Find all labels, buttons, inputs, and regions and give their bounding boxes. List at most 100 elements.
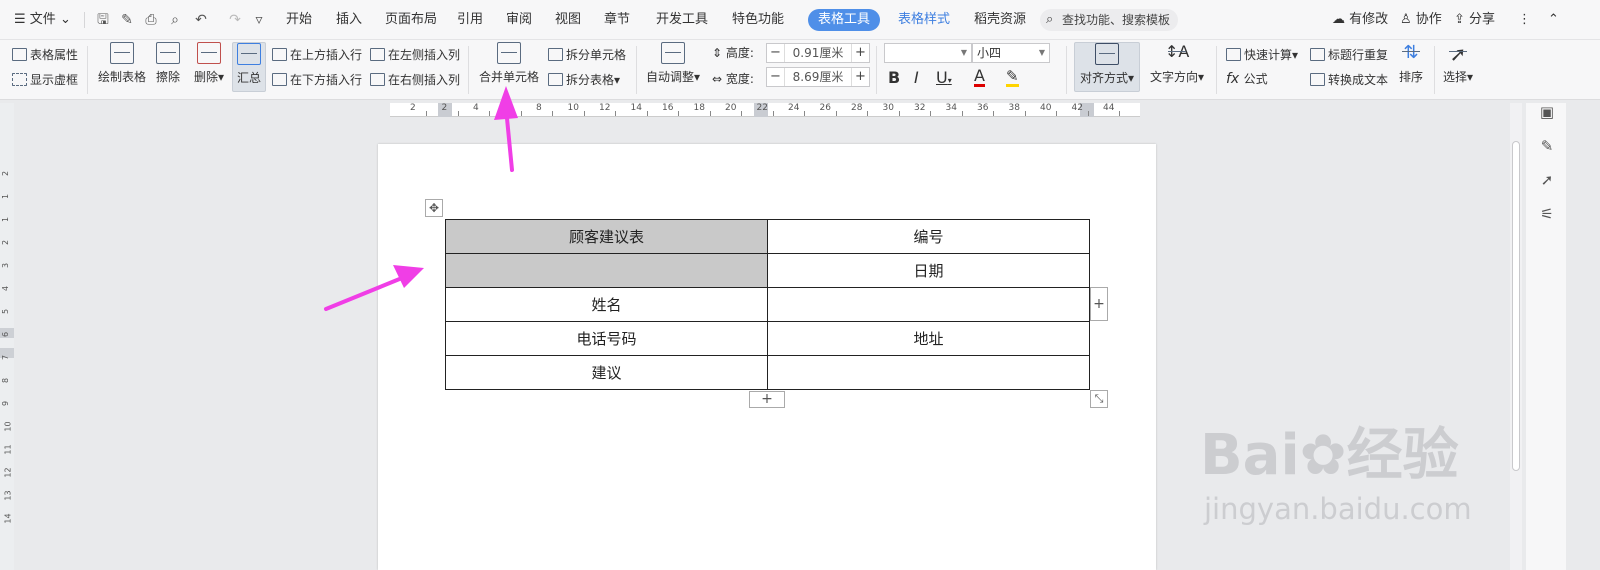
split-cells-button[interactable]: 拆分单元格	[548, 46, 626, 63]
bold-button[interactable]: B	[888, 68, 900, 87]
table-cell-empty[interactable]	[767, 355, 1090, 390]
repeat-header-button[interactable]: 标题行重复	[1310, 46, 1388, 63]
table-row: 日期	[445, 253, 1090, 288]
tab-developer[interactable]: 开发工具	[656, 0, 708, 40]
erase-button[interactable]: 擦除	[152, 42, 184, 85]
table-properties-button[interactable]: 表格属性	[12, 46, 78, 63]
redo-icon[interactable]: ↷	[226, 11, 244, 29]
sort-button[interactable]: ⇅ 排序	[1394, 42, 1428, 85]
collapse-ribbon-icon[interactable]: ⌃	[1548, 0, 1559, 40]
table-cell-empty[interactable]	[767, 287, 1090, 322]
align-button[interactable]: 对齐方式▾	[1074, 42, 1140, 92]
table-move-handle[interactable]: ✥	[425, 199, 443, 217]
divider	[87, 46, 88, 94]
ruler-tick	[646, 111, 648, 116]
font-size-select[interactable]: 小四 ▼	[972, 43, 1050, 63]
tab-chapter[interactable]: 章节	[604, 0, 630, 40]
text-direction-button[interactable]: ↕A 文字方向▾	[1146, 42, 1208, 85]
ruler-number: 14	[3, 513, 13, 524]
table-cell-date[interactable]: 日期	[767, 253, 1090, 288]
split-table-button[interactable]: 拆分表格▾	[548, 71, 620, 88]
tab-table-tools[interactable]: 表格工具	[808, 9, 880, 31]
scrollbar-thumb[interactable]	[1512, 141, 1520, 471]
italic-button[interactable]: I	[914, 68, 919, 87]
increase-height-button[interactable]: +	[851, 44, 869, 62]
tab-page-layout[interactable]: 页面布局	[385, 0, 437, 40]
table-cell-name[interactable]: 姓名	[445, 287, 768, 322]
increase-width-button[interactable]: +	[851, 68, 869, 86]
vertical-scrollbar[interactable]	[1510, 103, 1522, 570]
row-height-stepper[interactable]: − 0.91厘米 +	[766, 43, 870, 63]
table-cell-title[interactable]: 顾客建议表	[445, 219, 768, 254]
table-cell-address[interactable]: 地址	[767, 321, 1090, 356]
insert-row-above-button[interactable]: 在上方插入行	[272, 46, 362, 63]
column-width-stepper[interactable]: − 8.69厘米 +	[766, 67, 870, 87]
divider	[84, 12, 85, 28]
decrease-width-button[interactable]: −	[767, 68, 785, 86]
font-color-button[interactable]: A	[974, 68, 985, 87]
settings-sliders-icon[interactable]: ⚟	[1538, 205, 1556, 223]
highlight-button[interactable]: ✎	[1006, 68, 1019, 87]
edit-icon[interactable]: ✎	[1538, 137, 1556, 155]
ruler-number: 12	[599, 103, 611, 113]
collab-button[interactable]: ♙ 协作	[1400, 0, 1442, 40]
tab-references[interactable]: 引用	[457, 0, 483, 40]
paw-logo-icon: ✿	[1299, 423, 1347, 488]
file-menu[interactable]: ☰ 文件 ⌄	[14, 0, 71, 40]
panel-toggle-icon[interactable]: ▣	[1538, 103, 1556, 121]
print-icon[interactable]: ⎙	[142, 11, 160, 29]
ruler-number: 6	[1, 331, 11, 338]
ruler-number: 40	[1040, 103, 1052, 113]
underline-button[interactable]: U▾	[936, 68, 952, 87]
summary-button[interactable]: 汇总	[232, 42, 266, 92]
ruler-tick	[835, 111, 837, 116]
add-column-button[interactable]: +	[1090, 287, 1108, 321]
tab-home[interactable]: 开始	[286, 0, 312, 40]
select-cursor-icon[interactable]: ➚	[1538, 171, 1556, 189]
select-button[interactable]: ➚ 选择▾	[1440, 42, 1476, 85]
draw-table-button[interactable]: 绘制表格	[96, 42, 148, 85]
delete-button[interactable]: 删除▾	[190, 42, 228, 85]
split-cells-icon	[548, 48, 563, 61]
tab-table-style[interactable]: 表格样式	[898, 0, 950, 40]
insert-column-right-button[interactable]: 在右侧插入列	[370, 71, 460, 88]
table-cell-number[interactable]: 编号	[767, 219, 1090, 254]
tab-review[interactable]: 审阅	[506, 0, 532, 40]
modified-status[interactable]: ☁ 有修改	[1332, 0, 1388, 40]
table-cell-selected[interactable]	[445, 253, 768, 288]
vertical-ruler[interactable]: 2 1 1 2 3 4 5 6 7 8 9 10 11 12 13 14	[0, 103, 14, 570]
horizontal-ruler[interactable]: 2 2 4 6 8 10 12 14 16 18 20 22 24 26 28 30 32 34 36 38 40 42 4…	[390, 103, 1140, 117]
divider	[468, 46, 469, 94]
quick-calc-button[interactable]: 快速计算▾	[1226, 46, 1298, 63]
ruler-number: 8	[1, 377, 11, 384]
merge-cells-button[interactable]: 合并单元格	[478, 42, 540, 85]
font-family-select[interactable]: ▼	[884, 43, 972, 63]
show-gridlines-button[interactable]: 显示虚框	[12, 71, 78, 88]
tab-docer[interactable]: 稻壳资源	[974, 0, 1026, 40]
customize-toolbar-icon[interactable]: ▿	[250, 11, 268, 29]
decrease-height-button[interactable]: −	[767, 44, 785, 62]
insert-column-left-button[interactable]: 在左侧插入列	[370, 46, 460, 63]
table-resize-handle[interactable]: ⤡	[1090, 390, 1108, 408]
ruler-number: 42	[1071, 103, 1083, 113]
tab-special[interactable]: 特色功能	[732, 0, 784, 40]
share-button[interactable]: ⇪ 分享	[1454, 0, 1495, 40]
add-row-button[interactable]: +	[749, 391, 785, 408]
format-painter-icon[interactable]: ✎	[118, 11, 136, 29]
more-icon[interactable]: ⋮	[1518, 0, 1531, 40]
auto-fit-button[interactable]: 自动调整▾	[644, 42, 702, 85]
tab-insert[interactable]: 插入	[336, 0, 362, 40]
print-preview-icon[interactable]: ⌕	[166, 11, 184, 29]
convert-to-text-button[interactable]: 转换成文本	[1310, 71, 1388, 88]
formula-button[interactable]: fx 公式	[1226, 70, 1268, 87]
table-cell-suggestion[interactable]: 建议	[445, 355, 768, 390]
save-icon[interactable]: 🖫	[94, 11, 112, 29]
undo-icon[interactable]: ↶	[192, 11, 210, 29]
ruler-number: 13	[3, 490, 13, 501]
insert-row-below-button[interactable]: 在下方插入行	[272, 71, 362, 88]
split-table-icon	[548, 73, 563, 86]
table-cell-phone[interactable]: 电话号码	[445, 321, 768, 356]
search-input[interactable]: ⌕ 查找功能、搜索模板	[1040, 9, 1178, 31]
tab-view[interactable]: 视图	[555, 0, 581, 40]
cloud-icon: ☁	[1332, 12, 1350, 27]
